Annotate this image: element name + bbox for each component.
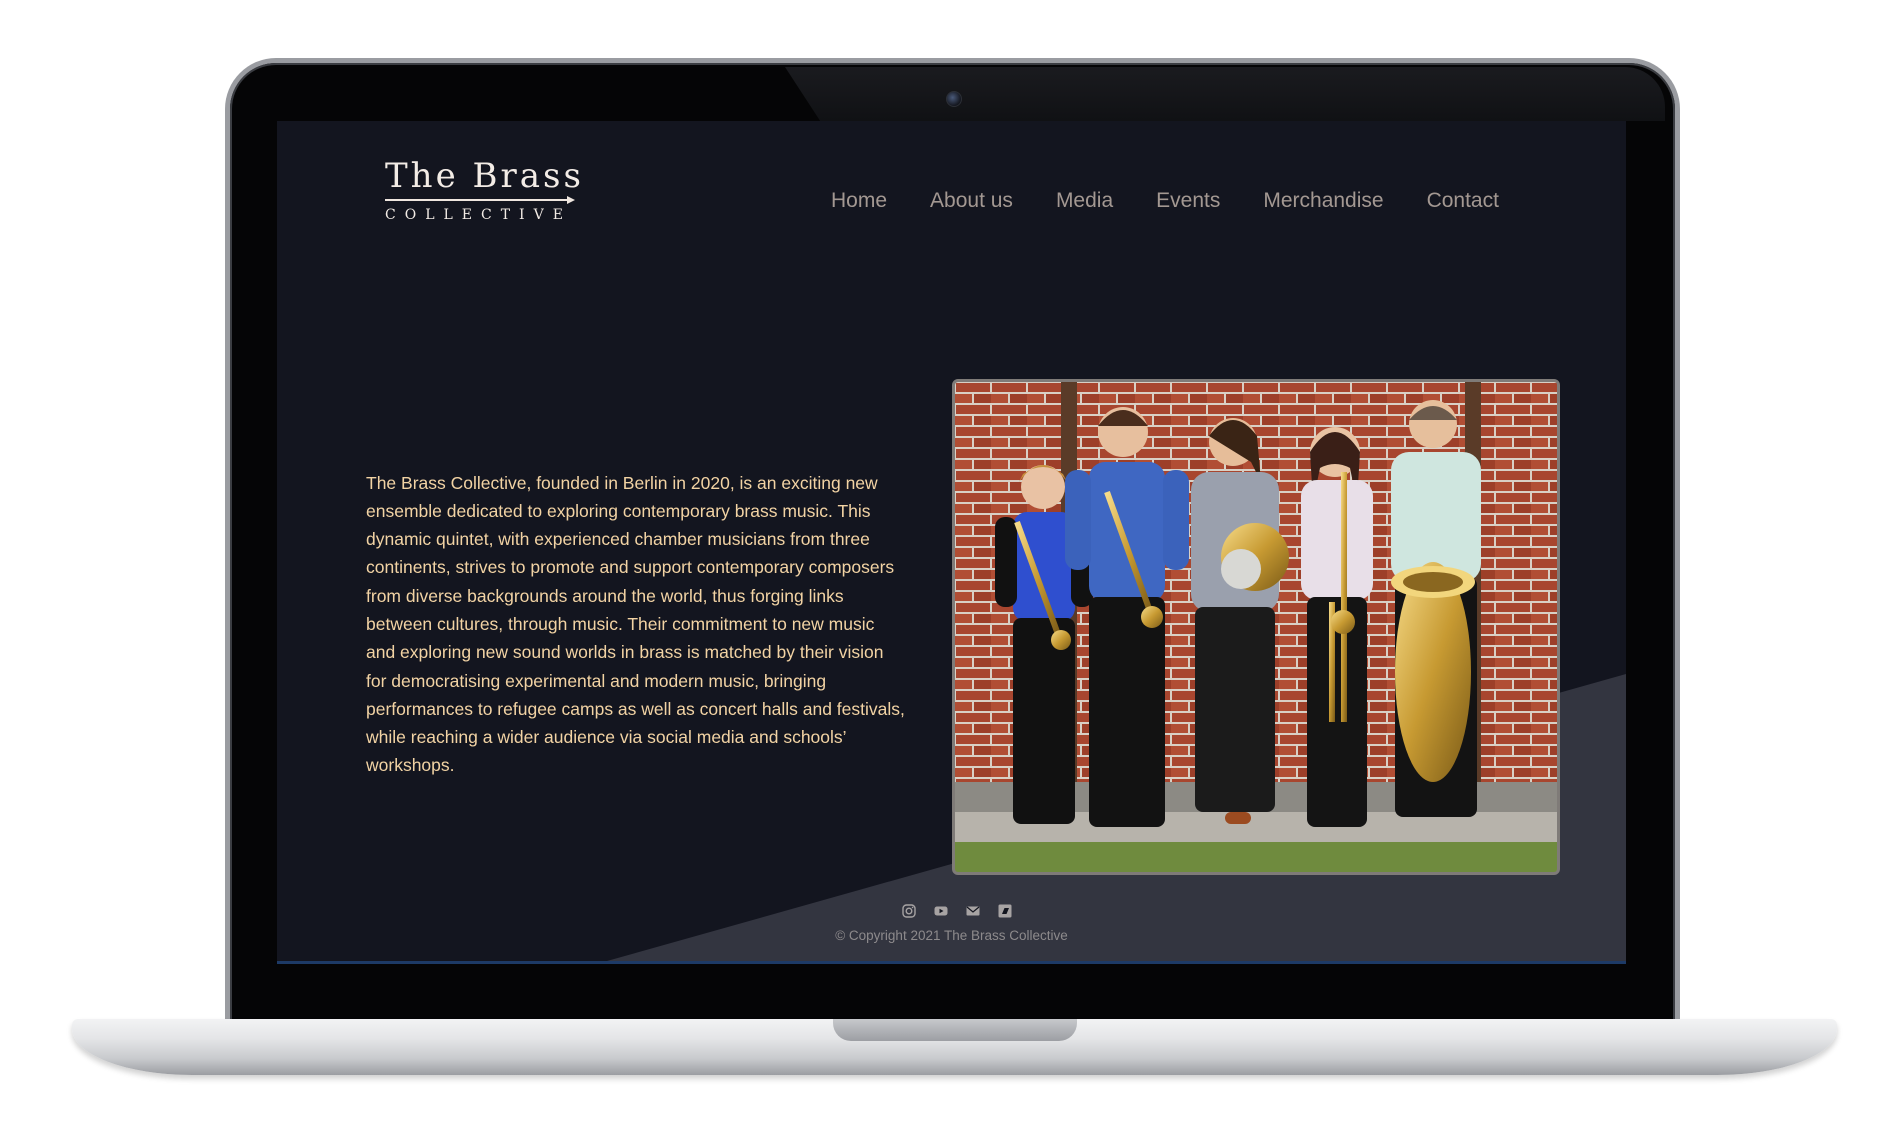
main-nav: Home About us Media Events Merchandise C… xyxy=(831,189,1499,213)
nav-events[interactable]: Events xyxy=(1156,189,1220,213)
logo-subtitle: COLLECTIVE xyxy=(385,207,572,223)
nav-media[interactable]: Media xyxy=(1056,189,1113,213)
nav-home[interactable]: Home xyxy=(831,189,887,213)
website-screen: The Brass COLLECTIVE Home About us Media… xyxy=(277,121,1626,964)
group-photo-icon xyxy=(955,382,1557,872)
nav-about-us[interactable]: About us xyxy=(930,189,1013,213)
bandcamp-icon[interactable] xyxy=(998,904,1012,918)
logo-divider xyxy=(385,196,575,204)
intro-paragraph: The Brass Collective, founded in Berlin … xyxy=(366,472,905,776)
laptop-frame: The Brass COLLECTIVE Home About us Media… xyxy=(0,0,1895,1139)
nav-merchandise[interactable]: Merchandise xyxy=(1263,189,1383,213)
nav-contact[interactable]: Contact xyxy=(1427,189,1499,213)
camera-icon xyxy=(946,91,962,107)
copyright-text: © Copyright 2021 The Brass Collective xyxy=(835,928,1068,943)
youtube-icon[interactable] xyxy=(934,904,948,918)
social-links xyxy=(902,904,1012,918)
instagram-icon[interactable] xyxy=(902,904,916,918)
site-logo[interactable]: The Brass COLLECTIVE xyxy=(385,156,584,223)
email-icon[interactable] xyxy=(966,904,980,918)
logo-title: The Brass xyxy=(385,156,584,196)
ensemble-photo xyxy=(952,379,1560,875)
laptop-base-notch xyxy=(833,1019,1077,1041)
bezel-glare xyxy=(785,67,1665,121)
